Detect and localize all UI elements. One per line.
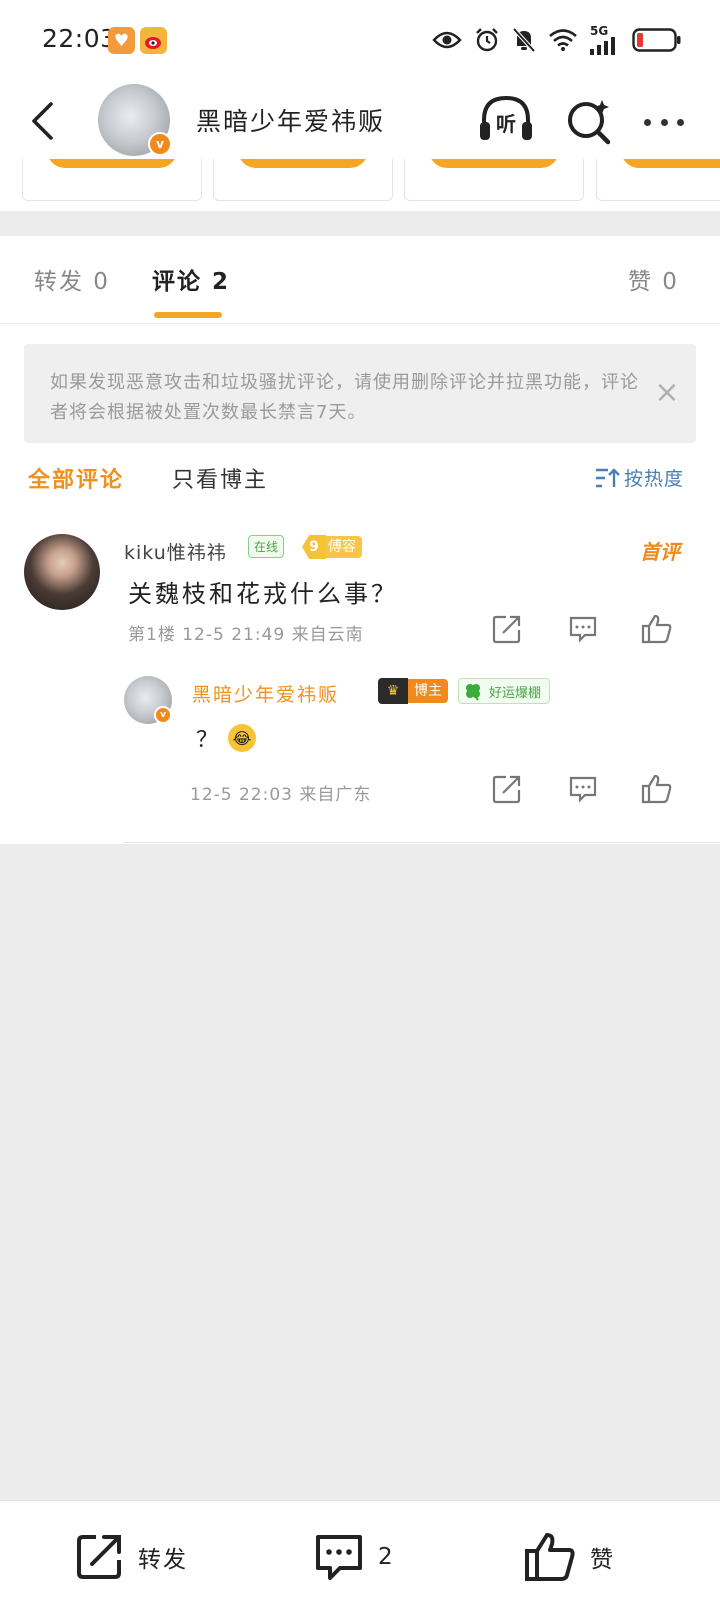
comment-button[interactable]: 2 xyxy=(314,1529,395,1585)
sort-label: 按热度 xyxy=(624,468,685,490)
card-button-bar xyxy=(429,159,559,168)
fan-badge: 9 傅容 xyxy=(302,535,362,559)
action-card[interactable] xyxy=(22,159,202,201)
crown-icon: ♛ xyxy=(378,678,408,704)
verified-badge: v xyxy=(154,706,172,724)
fan-level: 9 xyxy=(302,535,326,559)
bell-off-icon xyxy=(512,27,536,53)
repost-reply-button[interactable] xyxy=(490,772,524,806)
blogger-badge: ♛ 博主 xyxy=(378,678,448,704)
more-options-button[interactable] xyxy=(640,102,688,142)
share-icon xyxy=(492,615,521,644)
reply-text-content: ？ xyxy=(196,728,219,753)
fan-badge-name: 傅容 xyxy=(326,536,362,558)
tab-comment[interactable]: 评论 2 xyxy=(152,262,230,296)
comment-meta: 第1楼 12-5 21:49 来自云南 xyxy=(128,625,364,645)
status-bar: 22:03 ♥ 5G xyxy=(0,0,720,82)
sort-icon xyxy=(596,467,620,487)
luck-badge: 好运爆棚 xyxy=(458,678,551,704)
more-dot-icon xyxy=(677,118,684,126)
comments-section: 如果发现恶意攻击和垃圾骚扰评论，请使用删除评论并拉黑功能，评论者将会根据被处置次… xyxy=(0,324,720,844)
battery-icon xyxy=(632,28,681,52)
chevron-left-icon xyxy=(32,102,53,140)
divider xyxy=(124,842,720,843)
wifi-icon xyxy=(549,29,577,51)
repost-label: 转发 xyxy=(138,1547,188,1573)
like-label: 赞 xyxy=(590,1547,615,1573)
signal-icon: 5G xyxy=(590,25,620,55)
repost-button[interactable]: 转发 xyxy=(74,1529,188,1585)
tab-like[interactable]: 赞 0 xyxy=(628,262,679,296)
close-icon[interactable]: × xyxy=(650,376,684,410)
comment-icon xyxy=(316,1535,362,1580)
more-dot-icon xyxy=(660,118,668,126)
card-button-bar xyxy=(621,159,720,168)
like-button[interactable]: 赞 xyxy=(524,1529,615,1585)
reply-meta: 12-5 22:03 来自广东 xyxy=(190,785,372,805)
heart-app-icon: ♥ xyxy=(108,27,135,54)
more-dot-icon xyxy=(644,118,651,126)
search-icon xyxy=(568,100,611,145)
reply-text: ？ 😂 xyxy=(196,722,257,754)
bottom-action-bar: 转发 2 赞 xyxy=(0,1500,720,1610)
listen-label: 听 xyxy=(496,112,516,136)
notice-text: 如果发现恶意攻击和垃圾骚扰评论，请使用删除评论并拉黑功能，评论者将会根据被处置次… xyxy=(50,372,639,423)
active-tab-indicator xyxy=(154,312,222,318)
thumbs-up-icon xyxy=(525,1533,575,1581)
luck-badge-label: 好运爆棚 xyxy=(489,685,542,701)
like-reply-button[interactable] xyxy=(640,772,674,806)
status-icons: 5G xyxy=(432,22,682,58)
like-comment-button[interactable] xyxy=(640,612,674,646)
comment-count: 2 xyxy=(378,1544,395,1570)
commenter-name[interactable]: kiku惟祎祎 xyxy=(124,538,227,565)
commenter-avatar[interactable] xyxy=(24,534,100,610)
card-button-bar xyxy=(238,159,368,168)
clover-icon xyxy=(466,684,480,701)
action-card[interactable] xyxy=(596,159,720,201)
online-badge: 在线 xyxy=(248,535,285,558)
search-button[interactable] xyxy=(564,96,614,146)
thumbs-up-icon xyxy=(641,774,672,804)
action-card[interactable] xyxy=(213,159,393,201)
verified-badge: v xyxy=(148,132,172,156)
filter-blogger-only[interactable]: 只看博主 xyxy=(172,462,268,494)
network-type: 5G xyxy=(590,24,609,38)
card-button-bar xyxy=(47,159,177,168)
back-button[interactable] xyxy=(22,96,62,146)
repost-comment-button[interactable] xyxy=(490,612,524,646)
eye-icon xyxy=(432,31,462,49)
share-icon xyxy=(492,775,521,804)
weibo-app-icon xyxy=(140,27,167,54)
interaction-tabs: 转发 0 评论 2 赞 0 xyxy=(0,236,720,324)
sort-button[interactable]: 按热度 xyxy=(594,464,684,491)
blogger-badge-label: 博主 xyxy=(408,679,448,703)
first-comment-badge: 首评 xyxy=(640,540,680,564)
author-name[interactable]: 黑暗少年爱祎贩 xyxy=(196,102,385,138)
thumbs-up-icon xyxy=(641,614,672,644)
moderation-notice: 如果发现恶意攻击和垃圾骚扰评论，请使用删除评论并拉黑功能，评论者将会根据被处置次… xyxy=(24,344,696,443)
laughing-emoji-icon: 😂 xyxy=(228,724,257,752)
action-card[interactable] xyxy=(404,159,584,201)
comment-icon xyxy=(569,616,597,643)
filter-all-comments[interactable]: 全部评论 xyxy=(28,462,124,494)
reply-author-name[interactable]: 黑暗少年爱祎贩 xyxy=(192,680,339,707)
comment-text: 关魏枝和花戎什么事？ xyxy=(128,580,398,608)
reply-comment-button[interactable] xyxy=(566,612,600,646)
reply-reply-button[interactable] xyxy=(566,772,600,806)
listen-button[interactable]: 听 xyxy=(478,94,534,144)
tab-repost[interactable]: 转发 0 xyxy=(34,262,110,296)
alarm-icon xyxy=(476,28,498,52)
action-cards-strip xyxy=(0,159,720,211)
comment-icon xyxy=(569,776,597,803)
share-icon xyxy=(77,1535,121,1579)
status-time: 22:03 xyxy=(42,24,117,53)
post-header: v 黑暗少年爱祎贩 听 xyxy=(0,82,720,159)
